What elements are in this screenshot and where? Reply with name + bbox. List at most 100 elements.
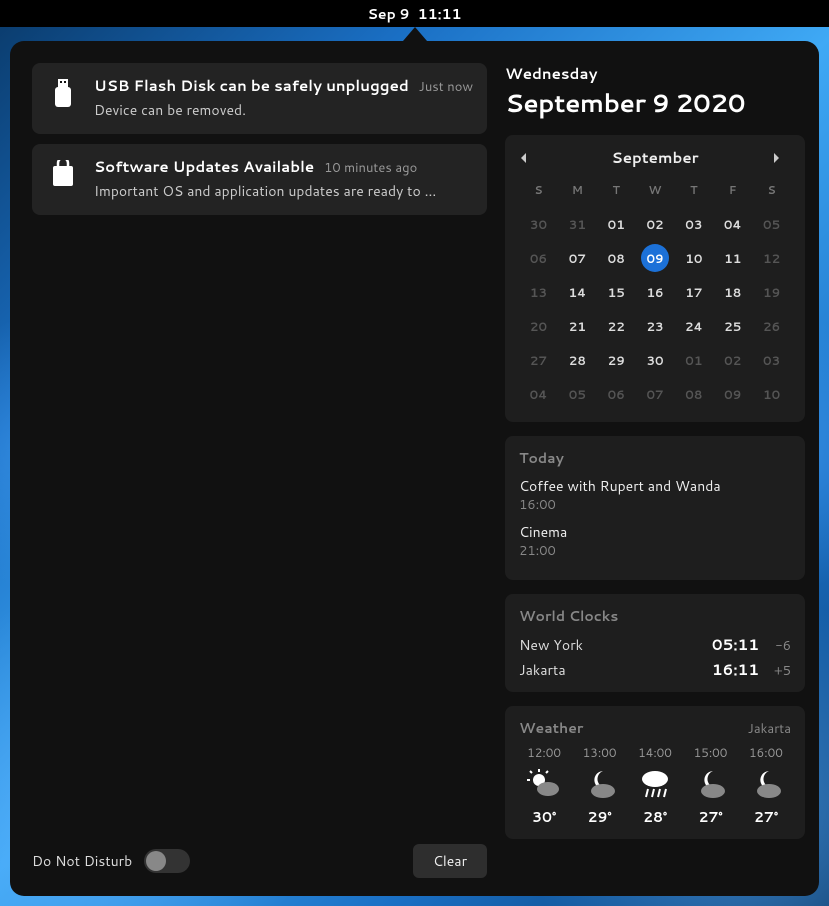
calendar-day[interactable]: 12 bbox=[752, 242, 791, 274]
calendar-day[interactable]: 19 bbox=[752, 276, 791, 308]
topbar-time[interactable]: 11:11 bbox=[418, 4, 462, 24]
notification-item[interactable]: Software Updates Available10 minutes ago… bbox=[32, 144, 487, 215]
calendar-day[interactable]: 08 bbox=[597, 242, 636, 274]
calendar-day[interactable]: 27 bbox=[519, 344, 558, 376]
calendar-dow-header: W bbox=[636, 178, 675, 206]
world-clock-city: New York bbox=[519, 635, 712, 655]
calendar-notifications-popover: USB Flash Disk can be safely unpluggedJu… bbox=[10, 41, 819, 896]
weather-night-cloud-icon bbox=[749, 767, 783, 801]
notification-timestamp: Just now bbox=[419, 78, 473, 96]
calendar-day[interactable]: 04 bbox=[519, 378, 558, 410]
calendar-day[interactable]: 16 bbox=[636, 276, 675, 308]
calendar-day[interactable]: 25 bbox=[713, 310, 752, 342]
world-clock-offset: +5 bbox=[769, 662, 791, 680]
calendar-day[interactable]: 02 bbox=[713, 344, 752, 376]
calendar-grid: SMTWTFS303101020304050607080910111213141… bbox=[519, 178, 791, 410]
weather-card[interactable]: Weather Jakarta 12:0030°13:0029°14:0028°… bbox=[505, 706, 805, 839]
top-bar: Sep 9 11:11 bbox=[0, 0, 829, 27]
calendar-next-button[interactable] bbox=[771, 152, 791, 164]
calendar-day[interactable]: 14 bbox=[558, 276, 597, 308]
calendar-day[interactable]: 11 bbox=[713, 242, 752, 274]
calendar-day[interactable]: 10 bbox=[674, 242, 713, 274]
event-time: 16:00 bbox=[519, 496, 791, 514]
world-clock-row[interactable]: New York05:11 -6 bbox=[519, 634, 791, 655]
calendar-day[interactable]: 07 bbox=[558, 242, 597, 274]
calendar-day[interactable]: 03 bbox=[752, 344, 791, 376]
calendar-day[interactable]: 23 bbox=[636, 310, 675, 342]
calendar-day[interactable]: 08 bbox=[674, 378, 713, 410]
calendar-day[interactable]: 01 bbox=[674, 344, 713, 376]
world-clock-time: 16:11 bbox=[712, 659, 759, 680]
forecast-temp: 27° bbox=[698, 807, 722, 827]
calendar-day[interactable]: 30 bbox=[519, 208, 558, 240]
topbar-date[interactable]: Sep 9 bbox=[367, 4, 409, 24]
notifications-pane: USB Flash Disk can be safely unpluggedJu… bbox=[32, 63, 487, 878]
calendar-day[interactable]: 09 bbox=[713, 378, 752, 410]
world-clock-row[interactable]: Jakarta16:11 +5 bbox=[519, 659, 791, 680]
calendar-day[interactable]: 13 bbox=[519, 276, 558, 308]
calendar-day[interactable]: 21 bbox=[558, 310, 597, 342]
weather-night-cloud-icon bbox=[693, 767, 727, 801]
calendar-day[interactable]: 06 bbox=[597, 378, 636, 410]
event-title: Coffee with Rupert and Wanda bbox=[519, 476, 791, 496]
weather-title: Weather bbox=[519, 718, 583, 738]
event-item[interactable]: Cinema21:00 bbox=[519, 522, 791, 560]
forecast-item: 13:0029° bbox=[575, 744, 625, 827]
notification-item[interactable]: USB Flash Disk can be safely unpluggedJu… bbox=[32, 63, 487, 134]
calendar-month-label: September bbox=[612, 147, 699, 168]
notification-timestamp: 10 minutes ago bbox=[324, 159, 417, 177]
package-icon bbox=[46, 156, 80, 201]
calendar-day[interactable]: 04 bbox=[713, 208, 752, 240]
calendar-day[interactable]: 29 bbox=[597, 344, 636, 376]
forecast-time: 12:00 bbox=[527, 744, 561, 761]
calendar-day[interactable]: 31 bbox=[558, 208, 597, 240]
weather-forecast: 12:0030°13:0029°14:0028°15:0027°16:0027° bbox=[519, 744, 791, 827]
world-clocks-title: World Clocks bbox=[519, 606, 791, 626]
calendar-day[interactable]: 22 bbox=[597, 310, 636, 342]
calendar-day-today[interactable]: 09 bbox=[636, 242, 675, 274]
events-card[interactable]: Today Coffee with Rupert and Wanda16:00C… bbox=[505, 436, 805, 580]
dnd-toggle[interactable] bbox=[144, 849, 190, 873]
forecast-item: 15:00 27° bbox=[685, 744, 735, 827]
calendar-card: September SMTWTFS30310102030405060708091… bbox=[505, 135, 805, 422]
calendar-day[interactable]: 05 bbox=[752, 208, 791, 240]
forecast-time: 15:00 bbox=[694, 744, 728, 761]
calendar-day[interactable]: 30 bbox=[636, 344, 675, 376]
event-title: Cinema bbox=[519, 522, 791, 542]
calendar-dow-header: S bbox=[752, 178, 791, 206]
calendar-pane: Wednesday September 9 2020 September SMT… bbox=[505, 63, 805, 878]
calendar-day[interactable]: 01 bbox=[597, 208, 636, 240]
calendar-day[interactable]: 24 bbox=[674, 310, 713, 342]
calendar-day[interactable]: 15 bbox=[597, 276, 636, 308]
world-clock-city: Jakarta bbox=[519, 660, 712, 680]
calendar-day[interactable]: 17 bbox=[674, 276, 713, 308]
world-clock-time: 05:11 bbox=[712, 634, 759, 655]
calendar-day[interactable]: 28 bbox=[558, 344, 597, 376]
calendar-day[interactable]: 07 bbox=[636, 378, 675, 410]
world-clock-offset: -6 bbox=[769, 637, 791, 655]
calendar-prev-button[interactable] bbox=[519, 152, 539, 164]
date-header: Wednesday September 9 2020 bbox=[505, 63, 805, 121]
date-dayofweek: Wednesday bbox=[505, 63, 805, 84]
chevron-right-icon bbox=[771, 152, 781, 164]
calendar-day[interactable]: 03 bbox=[674, 208, 713, 240]
forecast-time: 13:00 bbox=[583, 744, 617, 761]
calendar-day[interactable]: 18 bbox=[713, 276, 752, 308]
clear-button[interactable]: Clear bbox=[413, 844, 487, 878]
event-time: 21:00 bbox=[519, 542, 791, 560]
calendar-day[interactable]: 10 bbox=[752, 378, 791, 410]
world-clocks-card[interactable]: World Clocks New York05:11 -6 Jakarta16:11… bbox=[505, 594, 805, 692]
calendar-dow-header: M bbox=[558, 178, 597, 206]
calendar-day[interactable]: 05 bbox=[558, 378, 597, 410]
notification-message: Device can be removed. bbox=[94, 100, 473, 120]
calendar-day[interactable]: 26 bbox=[752, 310, 791, 342]
calendar-day[interactable]: 02 bbox=[636, 208, 675, 240]
forecast-temp: 30° bbox=[532, 807, 556, 827]
forecast-item: 14:0028° bbox=[630, 744, 680, 827]
calendar-day[interactable]: 06 bbox=[519, 242, 558, 274]
weather-sun-cloud-icon bbox=[527, 767, 561, 801]
calendar-dow-header: S bbox=[519, 178, 558, 206]
forecast-temp: 27° bbox=[754, 807, 778, 827]
event-item[interactable]: Coffee with Rupert and Wanda16:00 bbox=[519, 476, 791, 514]
calendar-day[interactable]: 20 bbox=[519, 310, 558, 342]
